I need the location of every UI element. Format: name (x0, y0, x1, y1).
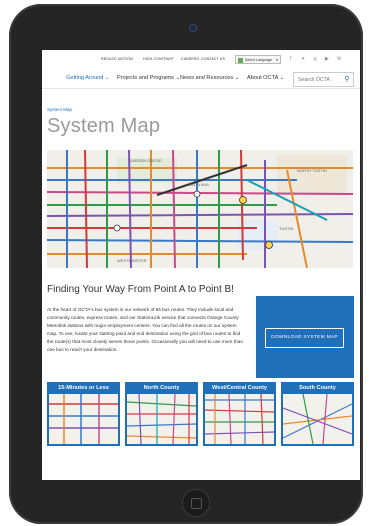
download-cta-panel: DOWNLOAD SYSTEM MAP (256, 296, 354, 378)
map-cards-row: 15-Minutes or Less North County West/Cen… (47, 382, 354, 446)
system-map-image[interactable]: GARDEN GROVE SANTA ANA NORTH TUSTIN TUST… (47, 150, 353, 268)
download-system-map-button[interactable]: DOWNLOAD SYSTEM MAP (265, 328, 344, 348)
twitter-icon[interactable]: ✦ (301, 56, 305, 62)
search-placeholder: Search OCTA (298, 77, 330, 83)
map-card-south-county[interactable]: South County (281, 382, 354, 446)
youtube-icon[interactable]: ▶ (325, 56, 329, 62)
page-title: System Map (47, 115, 161, 137)
map-label-santa-ana: SANTA ANA (187, 182, 209, 187)
translate-icon (238, 57, 243, 63)
tablet-frame: REDUCE MOTION HIGH CONTRAST CAREERS CONT… (9, 4, 363, 524)
breadcrumb[interactable]: System Map (47, 107, 72, 112)
map-card-label: South County (299, 385, 336, 391)
map-card-label: West/Central County (212, 385, 267, 391)
map-card-thumbnail (127, 394, 196, 444)
home-button[interactable] (182, 489, 210, 517)
contact-us-link[interactable]: CONTACT US (201, 57, 225, 61)
nav-projects-programs[interactable]: Projects and Programs ⌄ (117, 75, 180, 81)
map-card-label: 15-Minutes or Less (58, 385, 109, 391)
reduce-motion-link[interactable]: REDUCE MOTION (101, 57, 133, 61)
search-icon[interactable]: ⚲ (343, 74, 351, 85)
utility-bar: REDUCE MOTION HIGH CONTRAST CAREERS CONT… (42, 54, 360, 66)
map-card-15-minutes[interactable]: 15-Minutes or Less (47, 382, 120, 446)
high-contrast-link[interactable]: HIGH CONTRAST (143, 57, 174, 61)
map-label-garden-grove: GARDEN GROVE (129, 158, 162, 163)
browser-screen: REDUCE MOTION HIGH CONTRAST CAREERS CONT… (42, 50, 360, 480)
map-label-westminster: WESTMINSTER (117, 258, 147, 263)
section-heading: Finding Your Way From Point A to Point B… (47, 284, 234, 295)
map-card-north-county[interactable]: North County (125, 382, 198, 446)
language-select[interactable]: Select Language ▾ (235, 55, 281, 64)
nav-about-octa[interactable]: About OCTA ⌄ (247, 75, 284, 81)
section-body-text: At the heart of OCTA's bus system is our… (47, 307, 243, 352)
language-select-label: Select Language (245, 58, 272, 62)
nav-news-resources[interactable]: News and Resources ⌄ (180, 75, 239, 81)
system-map-graphic: GARDEN GROVE SANTA ANA NORTH TUSTIN TUST… (47, 150, 353, 268)
map-label-tustin: TUSTIN (279, 226, 294, 231)
map-card-west-central-county[interactable]: West/Central County (203, 382, 276, 446)
map-card-thumbnail (49, 394, 118, 444)
nav-getting-around[interactable]: Getting Around ⌄ (66, 75, 110, 81)
camera-icon (190, 25, 196, 31)
map-card-thumbnail (205, 394, 274, 444)
email-icon[interactable]: ✉ (337, 56, 341, 62)
instagram-icon[interactable]: ◎ (313, 56, 317, 62)
map-label-north-tustin: NORTH TUSTIN (297, 168, 327, 173)
map-card-thumbnail (283, 394, 352, 444)
careers-link[interactable]: CAREERS (181, 57, 199, 61)
facebook-icon[interactable]: f (290, 56, 291, 62)
map-card-label: North County (143, 385, 180, 391)
search-input[interactable]: Search OCTA ⚲ (293, 72, 354, 87)
